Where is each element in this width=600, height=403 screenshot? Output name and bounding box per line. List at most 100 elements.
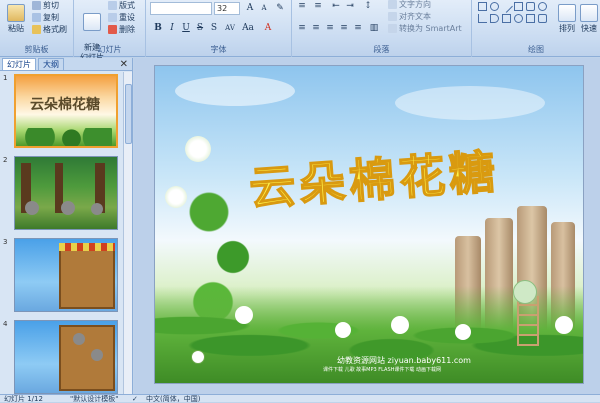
cut-button[interactable]: 剪切 (32, 0, 59, 11)
footer-site-text: 幼教资源网站 ziyuan.baby611.com (337, 356, 471, 365)
scissors-icon (32, 1, 41, 10)
font-name-field[interactable] (150, 2, 212, 15)
bold-button[interactable]: B (152, 22, 164, 34)
align-text-icon (388, 12, 397, 21)
grow-font-button[interactable]: A (244, 2, 256, 14)
paragraph-group-label: 段落 (373, 45, 390, 54)
mouse-character (91, 349, 103, 361)
font-size-field[interactable]: 32 (214, 2, 240, 15)
slides-group: 新建 幻灯片 版式 重设 删除 幻灯片 (74, 0, 146, 62)
smartart-icon (388, 24, 397, 33)
slides-panel: 幻灯片 大纲 ✕ 1 云朵棉花糖 2 3 4 (0, 58, 133, 394)
quick-styles-button[interactable]: 快速 (578, 4, 600, 34)
status-bar: 幻灯片 1/12 "默认设计模板" ✓ 中文(简体，中国) (0, 394, 600, 403)
line-shape-icon[interactable] (500, 0, 513, 13)
clipboard-group: 粘贴 剪切 复制 格式刷 剪贴板 (0, 0, 74, 57)
numbering-button[interactable]: ≡ (312, 0, 324, 12)
clover-flower (555, 316, 573, 334)
clover-flower (185, 136, 211, 162)
paste-button[interactable]: 粘贴 (4, 4, 28, 34)
increase-indent-button[interactable]: ⇥ (344, 0, 356, 12)
font-group: 32 A A ✎ B I U S S AV Aa A 字体 (146, 0, 292, 57)
arc-shape-icon[interactable] (490, 14, 499, 23)
arrow-shape-icon[interactable] (502, 14, 511, 23)
reset-button[interactable]: 重设 (108, 12, 135, 23)
building-graphic (59, 243, 115, 309)
mouse-character (91, 203, 103, 215)
justify-button[interactable]: ≡ (338, 22, 350, 34)
thumbnail-number: 1 (3, 74, 8, 82)
thumbnail-title: 云朵棉花糖 (30, 97, 100, 113)
copy-button[interactable]: 复制 (32, 12, 59, 23)
line-spacing-button[interactable]: ↕ (362, 0, 374, 12)
awning-graphic (59, 243, 115, 251)
drawing-group: 排列 快速 绘图 (472, 0, 600, 57)
thumbnail-scrollbar[interactable] (123, 72, 132, 394)
brace-shape-icon[interactable] (538, 14, 547, 23)
copy-icon (32, 13, 41, 22)
oval-shape-icon[interactable] (490, 2, 499, 11)
paragraph-group: ≡ ≡ ⇤ ⇥ ↕ ≡ ≡ ≡ ≡ ≡ ▥ 文字方向 对齐文本 转换为 Smar… (292, 0, 472, 57)
smiley-shape-icon[interactable] (514, 14, 523, 23)
mouse-character (513, 280, 537, 304)
smartart-button[interactable]: 转换为 SmartArt (388, 23, 462, 34)
shrink-font-button[interactable]: A (258, 2, 270, 14)
arrange-icon (558, 4, 576, 22)
slide-thumbnail-2[interactable] (14, 156, 118, 230)
clover-flower (165, 186, 187, 208)
slide-thumbnail-3[interactable] (14, 238, 118, 312)
delete-icon (108, 25, 117, 34)
layout-icon (108, 1, 117, 10)
tab-slides[interactable]: 幻灯片 (2, 58, 36, 70)
mouse-character (61, 201, 75, 215)
thumbnail-number: 3 (3, 238, 8, 246)
arrange-button[interactable]: 排列 (556, 4, 578, 34)
footer-sub-text: 课件下载 儿歌 故事MP3 FLASH课件下载 动画下载网 (323, 367, 442, 373)
align-text-button[interactable]: 对齐文本 (388, 11, 431, 22)
clipboard-group-label: 剪贴板 (24, 45, 49, 54)
reset-icon (108, 13, 117, 22)
char-spacing-button[interactable]: AV (224, 22, 236, 34)
italic-button[interactable]: I (166, 22, 178, 34)
tab-outline[interactable]: 大纲 (38, 58, 64, 70)
paste-icon (7, 4, 25, 22)
cloud-graphic (175, 76, 295, 106)
connector-shape-icon[interactable] (478, 14, 487, 23)
quick-styles-icon (580, 4, 598, 22)
distributed-button[interactable]: ≡ (352, 22, 364, 34)
text-direction-button[interactable]: 文字方向 (388, 0, 431, 10)
font-group-label: 字体 (210, 45, 227, 54)
star-shape-icon[interactable] (526, 14, 535, 23)
underline-button[interactable]: U (180, 22, 192, 34)
thumbnail-number: 4 (3, 320, 8, 328)
drawing-group-label: 绘图 (528, 45, 544, 54)
strikethrough-button[interactable]: S (194, 22, 206, 34)
columns-button[interactable]: ▥ (368, 22, 380, 34)
close-icon[interactable]: ✕ (120, 59, 128, 70)
bullets-button[interactable]: ≡ (296, 0, 308, 12)
mouse-character (73, 333, 85, 345)
rounded-rect-shape-icon[interactable] (526, 2, 535, 11)
current-slide[interactable]: 云朵棉花糖 幼教资源网站 ziyuan.baby611.com 课件下载 儿歌 … (154, 65, 584, 384)
slide-thumbnail-4[interactable] (14, 320, 118, 394)
format-painter-button[interactable]: 格式刷 (32, 24, 67, 35)
align-right-button[interactable]: ≡ (324, 22, 336, 34)
font-color-button[interactable]: A (262, 22, 274, 34)
change-case-button[interactable]: Aa (242, 22, 254, 34)
slide-thumbnail-1[interactable]: 云朵棉花糖 (14, 74, 118, 148)
delete-button[interactable]: 删除 (108, 24, 135, 35)
brush-icon (32, 25, 41, 34)
clear-format-button[interactable]: ✎ (274, 2, 286, 14)
rectangle-shape-icon[interactable] (478, 2, 487, 11)
cloud-graphic (395, 86, 545, 120)
decrease-indent-button[interactable]: ⇤ (330, 0, 342, 12)
align-left-button[interactable]: ≡ (296, 22, 308, 34)
shadow-button[interactable]: S (208, 22, 220, 34)
textbox-shape-icon[interactable] (514, 2, 523, 11)
clover-flower (335, 322, 351, 338)
circle-shape-icon[interactable] (538, 2, 547, 11)
layout-button[interactable]: 版式 (108, 0, 135, 11)
clover-flower (455, 324, 471, 340)
align-center-button[interactable]: ≡ (310, 22, 322, 34)
scrollbar-thumb[interactable] (125, 84, 132, 144)
